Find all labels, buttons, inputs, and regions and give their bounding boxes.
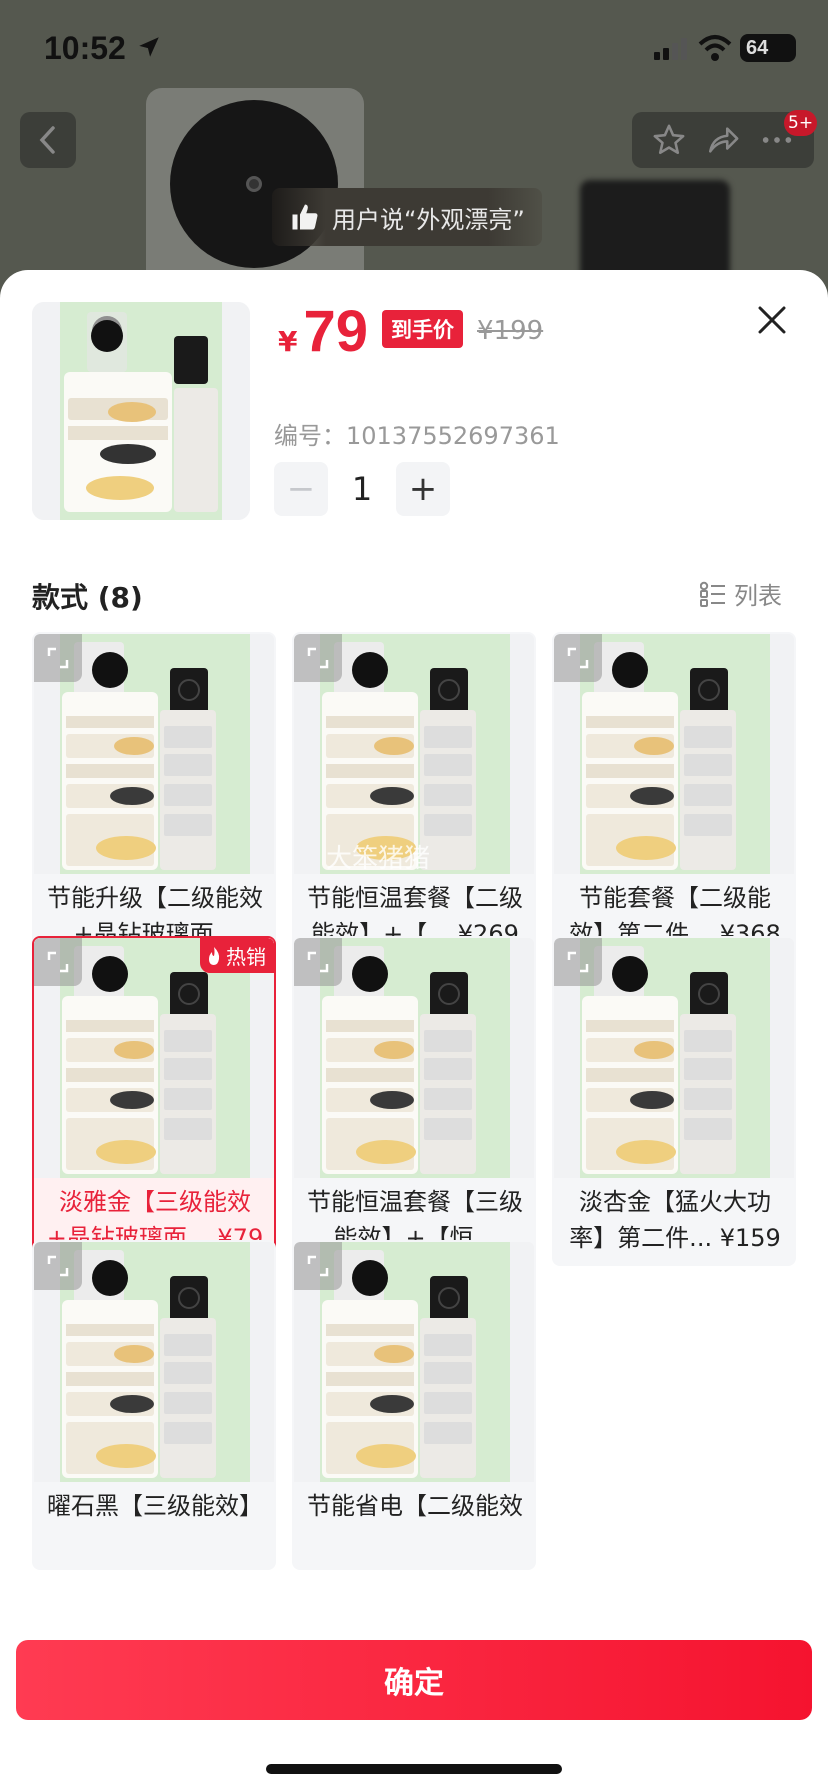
- expand-icon: [47, 647, 69, 669]
- share-icon[interactable]: [706, 123, 740, 157]
- review-highlight-pill: 用户说“外观漂亮”: [272, 188, 542, 246]
- flame-icon: [209, 946, 220, 965]
- variant-label: 节能省电【二级能效: [302, 1488, 528, 1524]
- expand-image-button[interactable]: [34, 634, 82, 682]
- variant-card[interactable]: 节能恒温套餐【三级能效】+【恒... ¥129: [292, 936, 536, 1266]
- price-value: 79: [303, 299, 368, 364]
- expand-icon: [47, 1255, 69, 1277]
- variant-price: ¥159: [719, 1224, 781, 1252]
- hot-sale-badge: 热销: [200, 938, 274, 973]
- expand-icon: [567, 951, 589, 973]
- notification-badge: 5+: [784, 110, 818, 136]
- watermark-text: 大笨猪猪: [326, 844, 431, 874]
- expand-icon: [307, 647, 329, 669]
- expand-icon: [47, 951, 69, 973]
- expand-icon: [307, 951, 329, 973]
- chevron-left-icon: [39, 126, 55, 154]
- close-icon[interactable]: [752, 300, 792, 340]
- original-price: ¥199: [477, 316, 544, 346]
- expand-image-button[interactable]: [294, 1242, 342, 1290]
- thumbs-up-icon: [292, 204, 318, 230]
- quantity-value[interactable]: 1: [328, 470, 396, 508]
- decrease-quantity-button[interactable]: −: [274, 462, 328, 516]
- increase-quantity-button[interactable]: +: [396, 462, 450, 516]
- wifi-icon: [698, 35, 732, 61]
- list-view-icon: [700, 581, 725, 607]
- expand-image-button[interactable]: [34, 938, 82, 986]
- styles-section-title: 款式 (8): [32, 581, 143, 614]
- location-arrow-icon: [139, 37, 159, 57]
- product-code: 编号：10137552697361: [274, 416, 560, 451]
- review-highlight-text: 用户说“外观漂亮”: [332, 205, 525, 234]
- expand-image-button[interactable]: [34, 1242, 82, 1290]
- variant-card[interactable]: 节能升级【二级能效+晶钻玻璃面... ¥189: [32, 632, 276, 962]
- variant-card[interactable]: 热销 淡雅金【三级能效+晶钻玻璃面... ¥79: [32, 936, 276, 1266]
- final-price-tag: 到手价: [382, 310, 463, 348]
- confirm-button[interactable]: 确定: [16, 1640, 812, 1720]
- sku-selector-sheet: ¥ 79 到手价 ¥199 编号：10137552697361 − 1 + 款式…: [0, 270, 828, 1792]
- hot-sale-label: 热销: [226, 945, 266, 969]
- cellular-signal-icon: [654, 38, 687, 60]
- home-indicator: [266, 1764, 562, 1774]
- variant-card[interactable]: 淡杏金【猛火大功率】第二件... ¥159: [552, 936, 796, 1266]
- list-view-toggle[interactable]: 列表: [700, 576, 782, 611]
- expand-icon: [567, 647, 589, 669]
- variant-name: 曜石黑【三级能效】: [47, 1492, 263, 1520]
- variant-name: 节能省电【二级能效: [307, 1492, 523, 1520]
- price-row: ¥ 79 到手价 ¥199: [278, 298, 543, 368]
- expand-image-button[interactable]: [294, 938, 342, 986]
- variant-card[interactable]: 节能套餐【二级能效】第二件... ¥368: [552, 632, 796, 962]
- expand-icon: [307, 1255, 329, 1277]
- expand-image-button[interactable]: [554, 634, 602, 682]
- product-code-value: 10137552697361: [346, 422, 560, 450]
- list-view-label: 列表: [734, 582, 782, 610]
- expand-image-button[interactable]: [294, 634, 342, 682]
- expand-image-button[interactable]: [554, 938, 602, 986]
- battery-indicator: 64: [740, 34, 796, 62]
- variant-label: 曜石黑【三级能效】: [42, 1488, 268, 1524]
- star-icon[interactable]: [652, 123, 686, 157]
- product-code-label: 编号：: [274, 422, 346, 450]
- product-thumbnail[interactable]: [32, 302, 250, 520]
- status-time: 10:52: [44, 30, 126, 66]
- status-bar: 10:52 64: [0, 0, 828, 96]
- price-currency: ¥: [278, 325, 298, 358]
- variant-grid: 节能升级【二级能效+晶钻玻璃面... ¥189 节能恒温套餐【二级能效】+【..…: [32, 632, 798, 1632]
- quantity-stepper: − 1 +: [274, 462, 450, 516]
- variant-card[interactable]: 曜石黑【三级能效】: [32, 1240, 276, 1570]
- variant-card[interactable]: 节能恒温套餐【二级能效】+【... ¥269: [292, 632, 536, 962]
- back-button[interactable]: [20, 112, 76, 168]
- product-thumbnail-image: [32, 302, 250, 520]
- variant-card[interactable]: 节能省电【二级能效: [292, 1240, 536, 1570]
- variant-label: 淡杏金【猛火大功率】第二件... ¥159: [562, 1184, 788, 1256]
